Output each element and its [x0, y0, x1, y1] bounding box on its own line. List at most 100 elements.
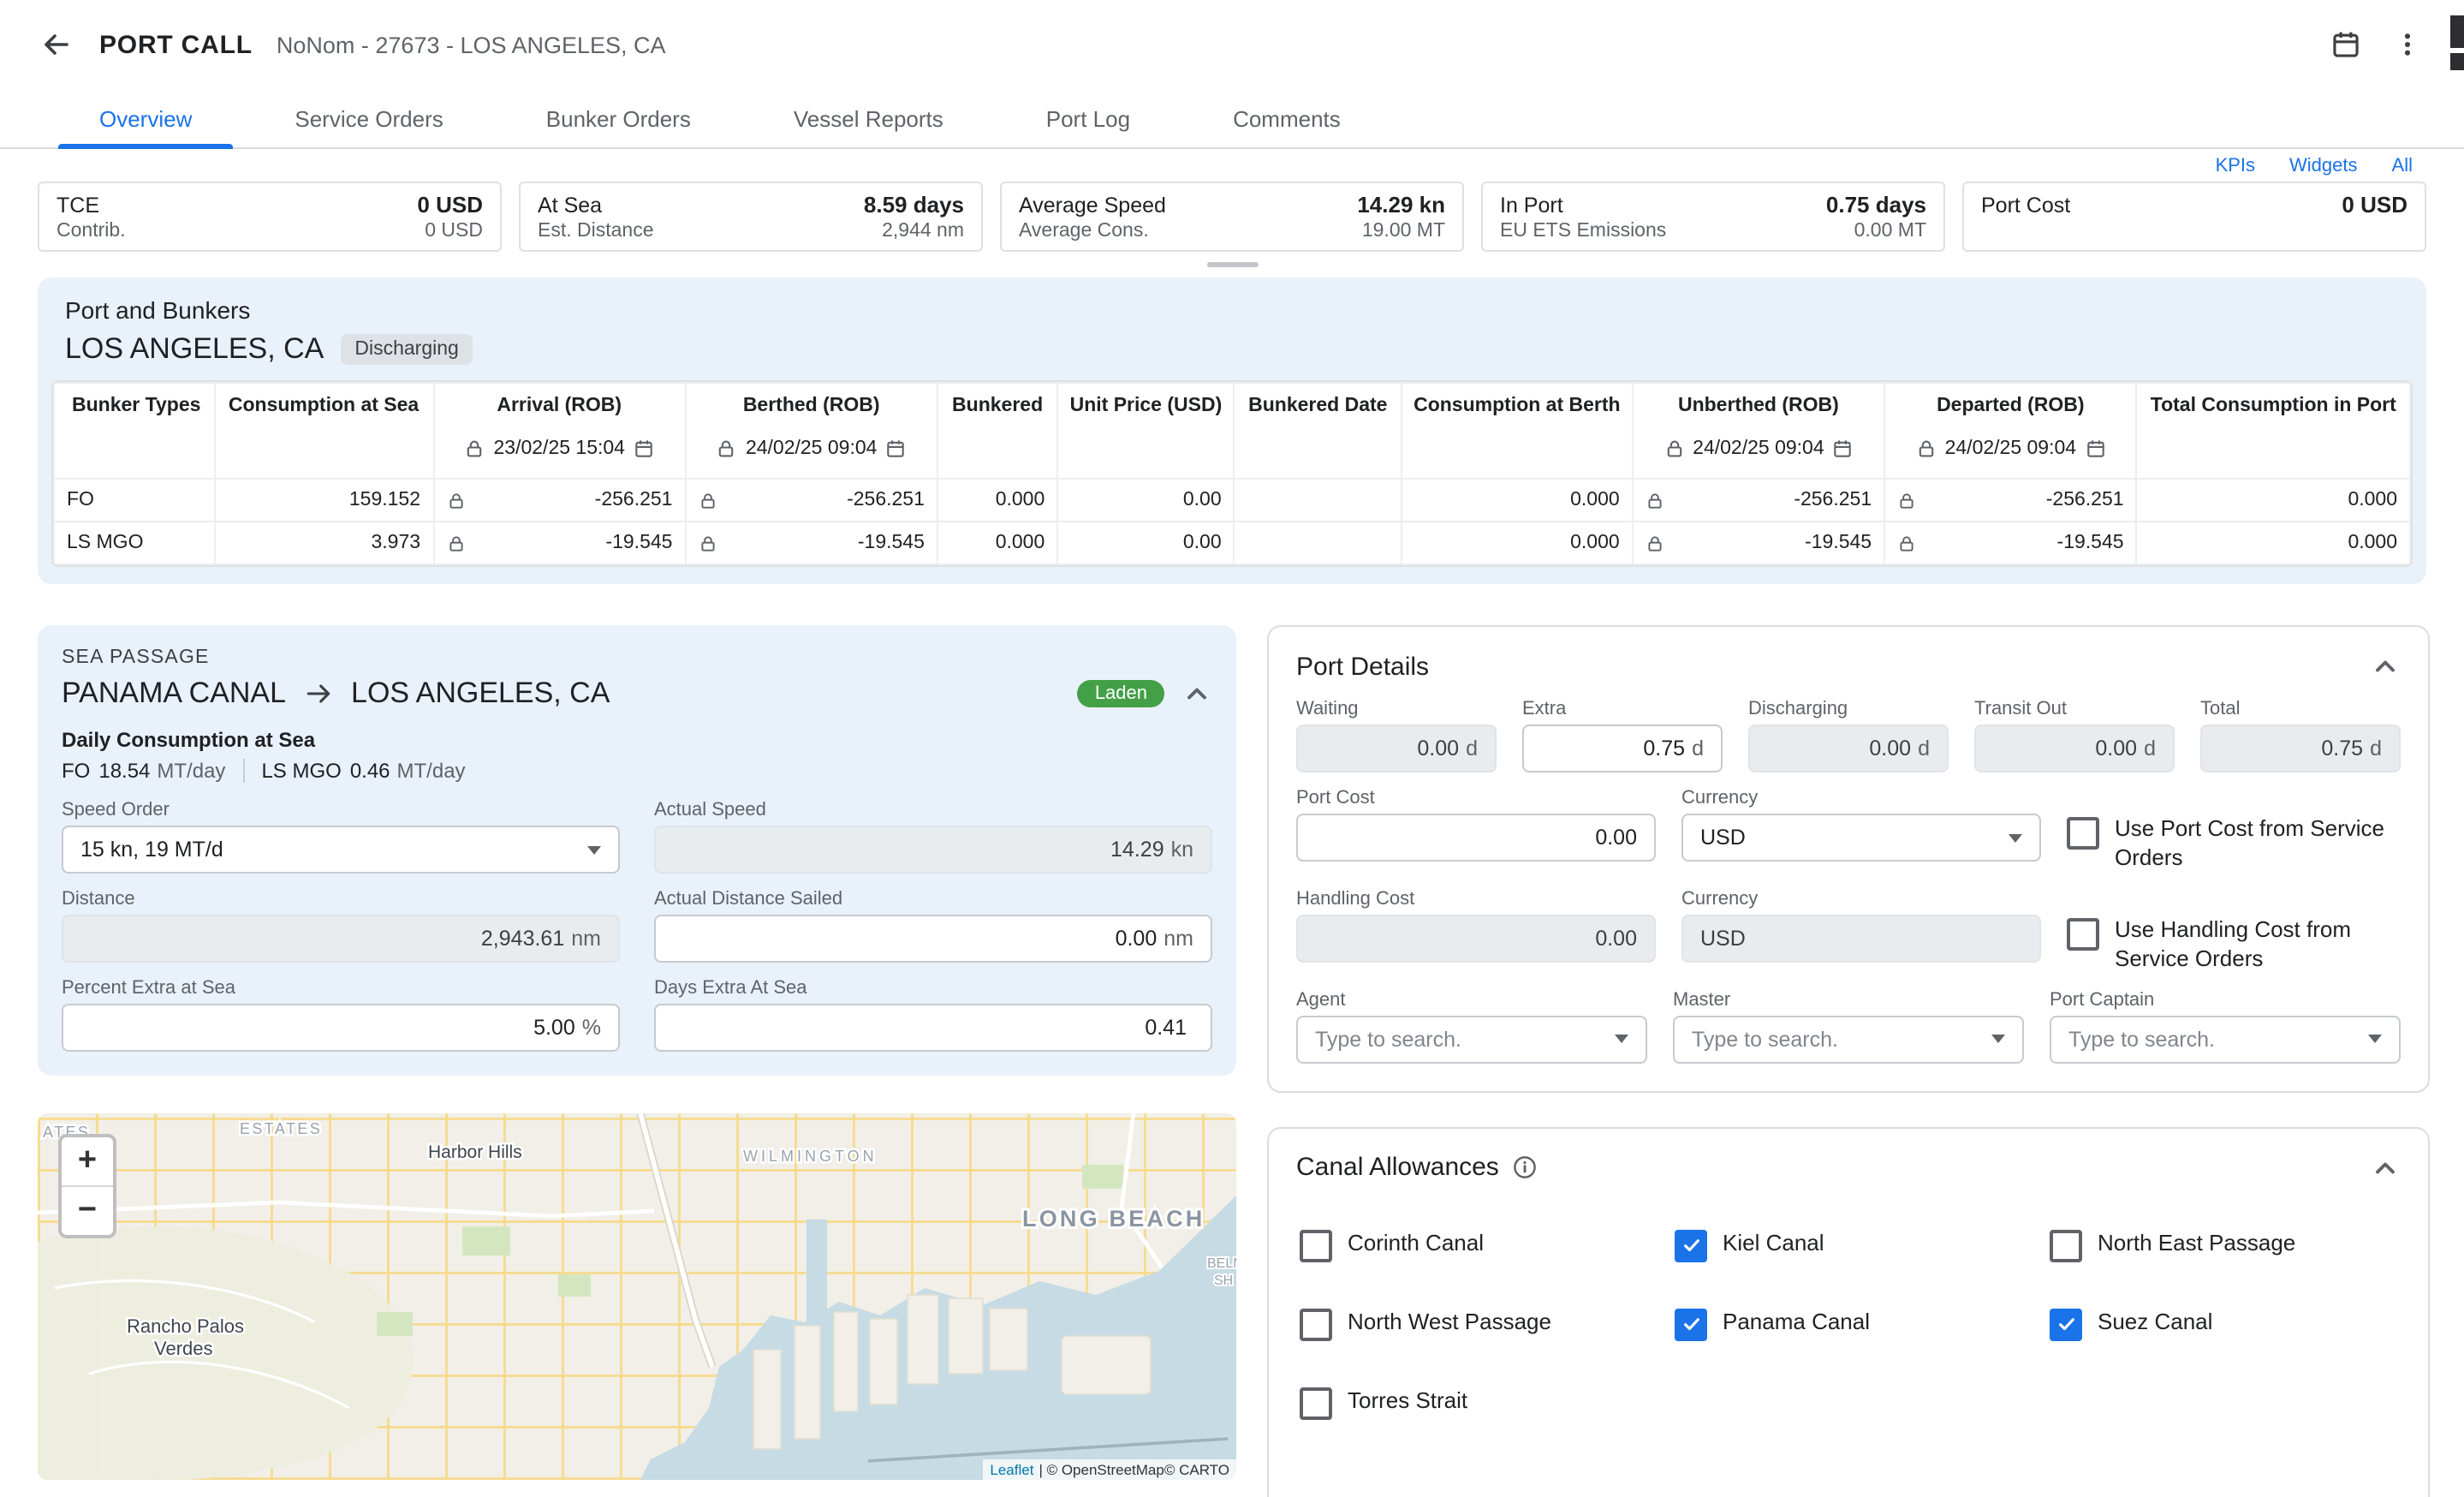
- kebab-menu-icon[interactable]: [2389, 26, 2426, 63]
- calendar-icon[interactable]: [634, 438, 654, 459]
- checkbox-box[interactable]: [1300, 1308, 1332, 1340]
- tab-service-orders[interactable]: Service Orders: [243, 89, 494, 147]
- days-extra-input[interactable]: 0.41: [654, 1004, 1212, 1052]
- calendar-icon[interactable]: [885, 438, 906, 459]
- checkbox-box[interactable]: [2067, 817, 2099, 850]
- cell-bunkered[interactable]: 0.000: [937, 479, 1057, 522]
- zoom-in-button[interactable]: +: [62, 1137, 113, 1187]
- checkbox-box[interactable]: [1300, 1387, 1332, 1419]
- port-and-bunkers-section: Port and Bunkers LOS ANGELES, CA Dischar…: [38, 277, 2426, 584]
- info-icon[interactable]: [1513, 1154, 1539, 1180]
- scrollbar[interactable]: [2450, 0, 2464, 1497]
- collapse-chevron-icon[interactable]: [2370, 1152, 2401, 1183]
- lock-icon[interactable]: [698, 534, 717, 552]
- cell-unit-price[interactable]: 0.00: [1057, 522, 1234, 564]
- berthed-date-field[interactable]: 24/02/25 09:04: [693, 438, 929, 459]
- panel-resize-handle[interactable]: [1206, 262, 1258, 267]
- link-all[interactable]: All: [2392, 156, 2413, 176]
- lock-icon[interactable]: [1663, 438, 1684, 459]
- canal-checkbox-torres[interactable]: Torres Strait: [1300, 1385, 1651, 1419]
- calendar-icon[interactable]: [2085, 438, 2105, 459]
- zoom-out-button[interactable]: −: [62, 1187, 113, 1235]
- tab-vessel-reports[interactable]: Vessel Reports: [742, 89, 995, 147]
- cell-consumption-at-sea[interactable]: 159.152: [214, 479, 433, 522]
- checkbox-box[interactable]: [1675, 1229, 1707, 1261]
- link-widgets[interactable]: Widgets: [2289, 156, 2358, 176]
- cell-consumption-at-sea[interactable]: 3.973: [214, 522, 433, 564]
- total-input: 0.75d: [2200, 725, 2401, 772]
- calendar-icon[interactable]: [1833, 438, 1854, 459]
- lock-icon[interactable]: [1897, 534, 1916, 552]
- collapse-chevron-icon[interactable]: [1181, 678, 1212, 709]
- cell-consumption-at-berth[interactable]: 0.000: [1402, 479, 1633, 522]
- speed-order-select[interactable]: 15 kn, 19 MT/d: [62, 826, 620, 874]
- cell-consumption-at-berth[interactable]: 0.000: [1402, 522, 1633, 564]
- distance-input: 2,943.61nm: [62, 915, 620, 963]
- daily-consumption-title: Daily Consumption at Sea: [62, 728, 1212, 752]
- agent-select[interactable]: Type to search.: [1296, 1015, 1647, 1063]
- cell-bunkered[interactable]: 0.000: [937, 522, 1057, 564]
- canal-checkbox-north-west[interactable]: North West Passage: [1300, 1306, 1651, 1340]
- arrival-date-field[interactable]: 23/02/25 15:04: [441, 438, 677, 459]
- lock-icon[interactable]: [717, 438, 737, 459]
- tab-bunker-orders[interactable]: Bunker Orders: [495, 89, 742, 147]
- cell-departed-rob[interactable]: -256.251: [1897, 490, 2123, 510]
- status-badge[interactable]: Discharging: [341, 334, 472, 365]
- handling-cost-field: Handling Cost 0.00: [1296, 889, 1656, 963]
- checkbox-box[interactable]: [2050, 1229, 2082, 1261]
- use-port-cost-checkbox[interactable]: Use Port Cost from Service Orders: [2067, 815, 2401, 874]
- cell-unberthed-rob[interactable]: -19.545: [1646, 533, 1872, 553]
- cell-unit-price[interactable]: 0.00: [1057, 479, 1234, 522]
- use-handling-cost-checkbox[interactable]: Use Handling Cost from Service Orders: [2067, 916, 2401, 975]
- scrollbar-thumb[interactable]: [2450, 53, 2464, 70]
- checkbox-box[interactable]: [1300, 1229, 1332, 1261]
- cell-bunkered-date[interactable]: [1235, 479, 1402, 522]
- extra-input[interactable]: 0.75d: [1522, 725, 1723, 772]
- percent-extra-input[interactable]: 5.00%: [62, 1004, 620, 1052]
- cell-berthed-rob[interactable]: -256.251: [698, 490, 924, 510]
- master-select[interactable]: Type to search.: [1673, 1015, 2024, 1063]
- cell-unberthed-rob[interactable]: -256.251: [1646, 490, 1872, 510]
- cell-arrival-rob[interactable]: -256.251: [446, 490, 672, 510]
- cell-departed-rob[interactable]: -19.545: [1897, 533, 2123, 553]
- departed-date-field[interactable]: 24/02/25 09:04: [1892, 438, 2128, 459]
- link-kpis[interactable]: KPIs: [2216, 156, 2255, 176]
- mgo-unit: MT/day: [397, 759, 466, 783]
- checkbox-box[interactable]: [2050, 1308, 2082, 1340]
- cell-arrival-rob[interactable]: -19.545: [446, 533, 672, 553]
- lock-icon[interactable]: [1916, 438, 1937, 459]
- canal-checkbox-north-east[interactable]: North East Passage: [2050, 1227, 2401, 1261]
- actual-distance-input[interactable]: 0.00nm: [654, 915, 1212, 963]
- map-label-rancho-2: Verdes: [154, 1338, 213, 1359]
- lock-icon[interactable]: [1897, 491, 1916, 510]
- calendar-icon[interactable]: [2327, 26, 2365, 63]
- currency-handling-field: Currency USD: [1681, 889, 2041, 963]
- leaflet-link[interactable]: Leaflet: [990, 1461, 1033, 1478]
- lock-icon[interactable]: [446, 534, 465, 552]
- port-map[interactable]: ATES ESTATES Harbor Hills WILMINGTON LON…: [38, 1113, 1236, 1480]
- attribution-text[interactable]: | © OpenStreetMap© CARTO: [1039, 1461, 1229, 1478]
- canal-checkbox-corinth[interactable]: Corinth Canal: [1300, 1227, 1651, 1261]
- scrollbar-thumb[interactable]: [2450, 15, 2464, 48]
- unberthed-date-field[interactable]: 24/02/25 09:04: [1640, 438, 1877, 459]
- back-arrow-icon[interactable]: [38, 26, 75, 63]
- cell-berthed-rob[interactable]: -19.545: [698, 533, 924, 553]
- canal-checkbox-suez[interactable]: Suez Canal: [2050, 1306, 2401, 1340]
- port-cost-input[interactable]: 0.00: [1296, 814, 1656, 862]
- tab-port-log[interactable]: Port Log: [995, 89, 1181, 147]
- cell-bunkered-date[interactable]: [1235, 522, 1402, 564]
- port-captain-select[interactable]: Type to search.: [2050, 1015, 2401, 1063]
- currency-select[interactable]: USD: [1681, 814, 2041, 862]
- checkbox-box[interactable]: [1675, 1308, 1707, 1340]
- collapse-chevron-icon[interactable]: [2370, 651, 2401, 682]
- lock-icon[interactable]: [698, 491, 717, 510]
- lock-icon[interactable]: [465, 438, 485, 459]
- checkbox-box[interactable]: [2067, 918, 2099, 951]
- lock-icon[interactable]: [1646, 491, 1664, 510]
- canal-checkbox-kiel[interactable]: Kiel Canal: [1675, 1227, 2026, 1261]
- tab-overview[interactable]: Overview: [48, 89, 243, 147]
- tab-comments[interactable]: Comments: [1181, 89, 1392, 147]
- lock-icon[interactable]: [446, 491, 465, 510]
- lock-icon[interactable]: [1646, 534, 1664, 552]
- canal-checkbox-panama[interactable]: Panama Canal: [1675, 1306, 2026, 1340]
